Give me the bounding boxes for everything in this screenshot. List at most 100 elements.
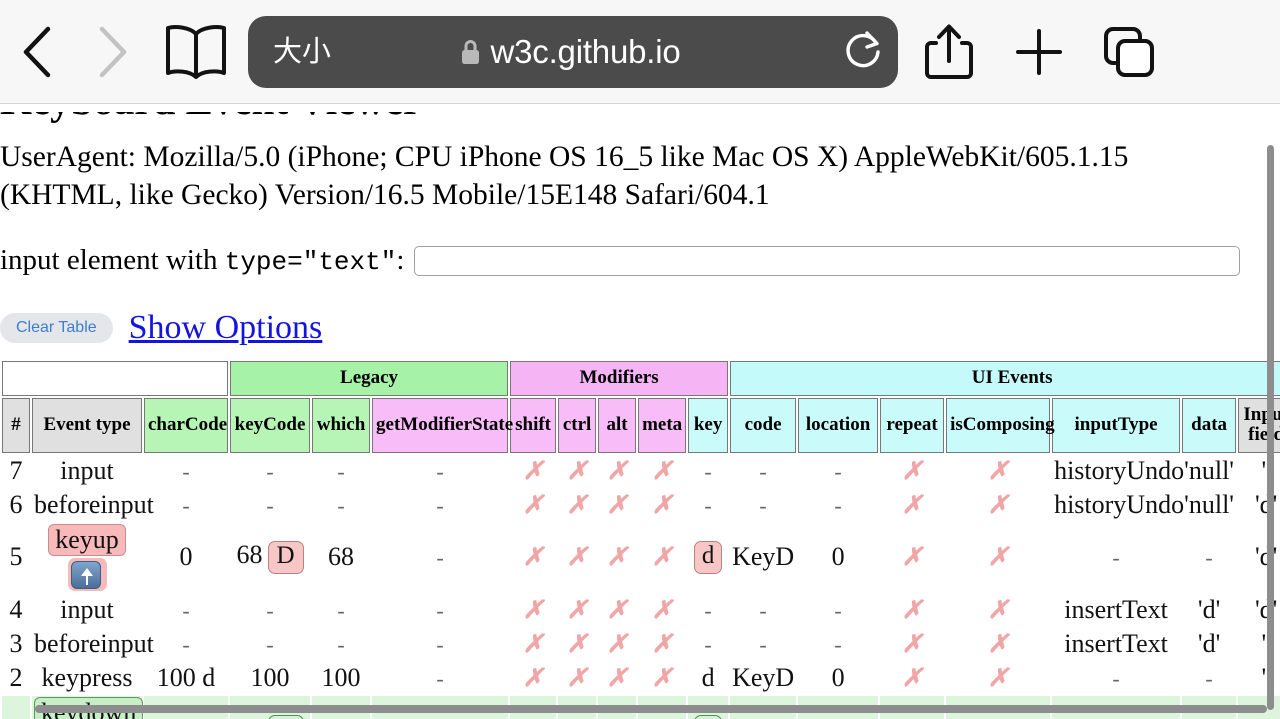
vertical-scrollbar[interactable] [1267, 145, 1274, 710]
cell-value: 'null' [1184, 455, 1234, 485]
share-button[interactable] [904, 0, 994, 104]
table-row: 5keyup068D68-✗✗✗✗dKeyD0✗✗--'d' [2, 523, 1280, 592]
modifier-false-icon: ✗ [651, 596, 673, 624]
column-header-charcode: charCode [144, 397, 229, 453]
row-number: 4 [9, 594, 23, 624]
table-row: 7input----✗✗✗✗---✗✗historyUndo'null''' [2, 455, 1280, 487]
input-label-code: type="text" [224, 247, 397, 277]
shift-cell: ✗ [510, 662, 556, 694]
which-cell: - [312, 628, 370, 660]
back-button[interactable] [0, 0, 74, 104]
reload-button[interactable] [828, 29, 898, 75]
url-text: w3c.github.io [490, 32, 681, 70]
modifier-false-icon: ✗ [522, 491, 544, 519]
modifier-false-icon: ✗ [901, 630, 923, 658]
event-type-cell: beforeinput [34, 489, 154, 519]
empty-value: - [436, 597, 444, 623]
modifier-false-icon: ✗ [606, 491, 628, 519]
keycode-badge: D [267, 541, 304, 575]
keyboard-test-input[interactable] [414, 245, 1240, 276]
modifier-false-icon: ✗ [606, 596, 628, 624]
modifier-false-icon: ✗ [987, 491, 1009, 519]
group-header-ui-events: UI Events [730, 361, 1280, 396]
empty-value: - [436, 665, 444, 691]
empty-value: - [337, 492, 345, 518]
horizontal-scrollbar[interactable] [35, 705, 1267, 713]
ctrl-cell: ✗ [558, 523, 596, 592]
clear-table-button[interactable]: Clear Table [0, 313, 113, 343]
table-row: 3beforeinput----✗✗✗✗---✗✗insertText'd''' [2, 628, 1280, 660]
new-tab-button[interactable] [994, 0, 1084, 104]
cell-value: 0 [180, 716, 193, 719]
modifier-false-icon: ✗ [566, 596, 588, 624]
empty-value: - [704, 597, 712, 623]
repeat-cell: ✗ [880, 594, 944, 626]
empty-value: - [436, 631, 444, 657]
modifier-false-icon: ✗ [987, 457, 1009, 485]
keycode-cell: 100 [230, 662, 310, 694]
cell-value: insertText [1064, 628, 1168, 658]
empty-value: - [337, 458, 345, 484]
cell-value: 100 [250, 662, 290, 692]
event-type-cell: keyup [32, 523, 142, 592]
getmodifierstate-cell: - [372, 455, 508, 487]
cell-value: 'd' [1197, 594, 1221, 624]
bookmarks-button[interactable] [148, 0, 244, 104]
shift-cell: ✗ [510, 455, 556, 487]
keycode-cell: - [230, 489, 310, 521]
group-header-modifiers: Modifiers [510, 361, 729, 396]
code-cell: - [730, 489, 796, 521]
table-row: 6 beforeinput - - - - ✗ ✗ ✗ ✗ - - - ✗ ✗ historyUndo'nul… [2, 489, 1280, 521]
key-cell: - [688, 628, 728, 660]
modifier-false-icon: ✗ [566, 457, 588, 485]
column-header-location: location [798, 397, 879, 453]
keyboard-events-table: Legacy Modifiers UI Events # Event type char… [0, 359, 1280, 719]
modifier-false-icon: ✗ [522, 664, 544, 692]
cell-value: insertText [1064, 594, 1168, 624]
group-header-row: Legacy Modifiers UI Events [2, 361, 1280, 396]
column-header--: # [2, 397, 30, 453]
event-type-cell: beforeinput [34, 628, 154, 658]
row-number: 2 [9, 662, 23, 692]
row-number: 7 [9, 455, 23, 485]
modifier-false-icon: ✗ [901, 664, 923, 692]
cell-value: historyUndo [1054, 489, 1185, 519]
empty-value: - [337, 631, 345, 657]
address-bar[interactable]: 大小 w3c.github.io [248, 15, 898, 88]
getmodifierstate-cell: - [372, 594, 508, 626]
iscomposing-cell: ✗ [946, 489, 1050, 521]
input-row: input element with type="text": [0, 244, 1240, 277]
modifier-false-icon: ✗ [651, 664, 673, 692]
alt-cell: ✗ [598, 523, 636, 592]
tabs-button[interactable] [1084, 0, 1174, 104]
column-header-getmodifierstate: getModifierState [372, 397, 513, 453]
table-body: 7input----✗✗✗✗---✗✗historyUndo'null'''6b… [2, 455, 1280, 719]
inputtype-cell: - [1052, 662, 1180, 694]
which-cell: - [312, 489, 370, 521]
event-type-cell: input [60, 594, 114, 624]
cell-value: 68 [236, 540, 263, 570]
column-header-key: key [688, 397, 729, 453]
empty-value: - [266, 631, 274, 657]
empty-value: - [1205, 665, 1213, 691]
cell-value: 68 [328, 716, 354, 719]
modifier-false-icon: ✗ [901, 491, 923, 519]
cell-value: KeyD [732, 542, 795, 572]
charcode-cell: - [144, 594, 228, 626]
modifier-false-icon: ✗ [522, 630, 544, 658]
code-cell: KeyD [730, 523, 796, 592]
modifier-false-icon: ✗ [651, 630, 673, 658]
cell-value: 0 [832, 716, 845, 719]
which-cell: 100 [312, 662, 370, 694]
forward-button[interactable] [74, 0, 148, 104]
plus-icon [1016, 28, 1062, 75]
browser-toolbar: 大小 w3c.github.io [0, 0, 1280, 104]
repeat-cell: ✗ [880, 455, 944, 487]
location-cell: - [798, 455, 878, 487]
show-options-link[interactable]: Show Options [129, 309, 323, 347]
ctrl-cell: ✗ [558, 489, 596, 521]
title-clip-mask [0, 104, 1280, 112]
iscomposing-cell: ✗ [946, 662, 1050, 694]
data-cell: - [1182, 523, 1236, 592]
location-cell: - [798, 628, 878, 660]
